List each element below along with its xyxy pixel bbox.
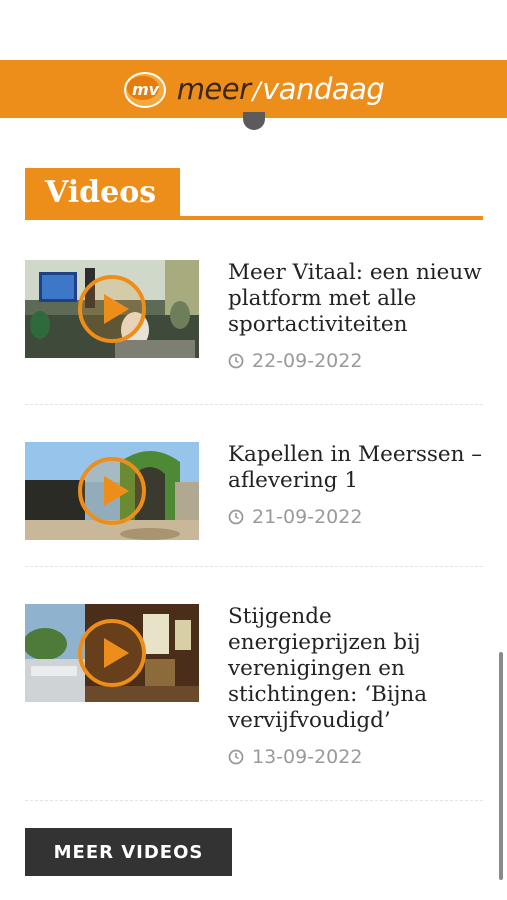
- video-date: 13-09-2022: [228, 746, 490, 768]
- section-title: Videos: [25, 168, 180, 218]
- video-thumbnail[interactable]: [25, 260, 199, 358]
- carousel-indicator: [243, 112, 265, 130]
- video-text: Meer Vitaal: een nieuw platform met alle…: [228, 260, 490, 372]
- video-thumbnail[interactable]: [25, 442, 199, 540]
- section-underline: [25, 216, 483, 220]
- clock-icon: [228, 509, 244, 525]
- videos-section-header: Videos: [25, 168, 483, 224]
- video-title[interactable]: Kapellen in Meerssen – aflevering 1: [228, 442, 490, 494]
- video-date-text: 22-09-2022: [252, 350, 363, 372]
- divider: [25, 566, 483, 567]
- video-date-text: 21-09-2022: [252, 506, 363, 528]
- play-icon: [78, 619, 146, 687]
- divider: [25, 800, 483, 801]
- video-title[interactable]: Meer Vitaal: een nieuw platform met alle…: [228, 260, 490, 338]
- video-text: Kapellen in Meerssen – aflevering 1 21-0…: [228, 442, 490, 528]
- play-icon: [78, 457, 146, 525]
- logo-text: mv: [132, 80, 160, 99]
- clock-icon: [228, 749, 244, 765]
- scrollbar[interactable]: [499, 652, 503, 880]
- brand-name-slash: /: [252, 77, 261, 105]
- play-icon: [78, 275, 146, 343]
- video-text: Stijgende energieprijzen bij vereniginge…: [228, 604, 490, 768]
- divider: [25, 404, 483, 405]
- video-date: 22-09-2022: [228, 350, 490, 372]
- brand-name-part1: meer: [176, 72, 251, 106]
- brand-name: meer / vandaag: [177, 72, 385, 106]
- brand-name-part2: vandaag: [262, 72, 385, 106]
- clock-icon: [228, 353, 244, 369]
- logo-icon: mv: [123, 69, 167, 109]
- video-date: 21-09-2022: [228, 506, 490, 528]
- meer-videos-button[interactable]: MEER VIDEOS: [25, 828, 232, 876]
- video-date-text: 13-09-2022: [252, 746, 363, 768]
- video-title[interactable]: Stijgende energieprijzen bij vereniginge…: [228, 604, 490, 734]
- page: mv meer / vandaag Videos Meer Vitaal: ee…: [0, 0, 507, 900]
- video-thumbnail[interactable]: [25, 604, 199, 702]
- site-header[interactable]: mv meer / vandaag: [0, 60, 507, 118]
